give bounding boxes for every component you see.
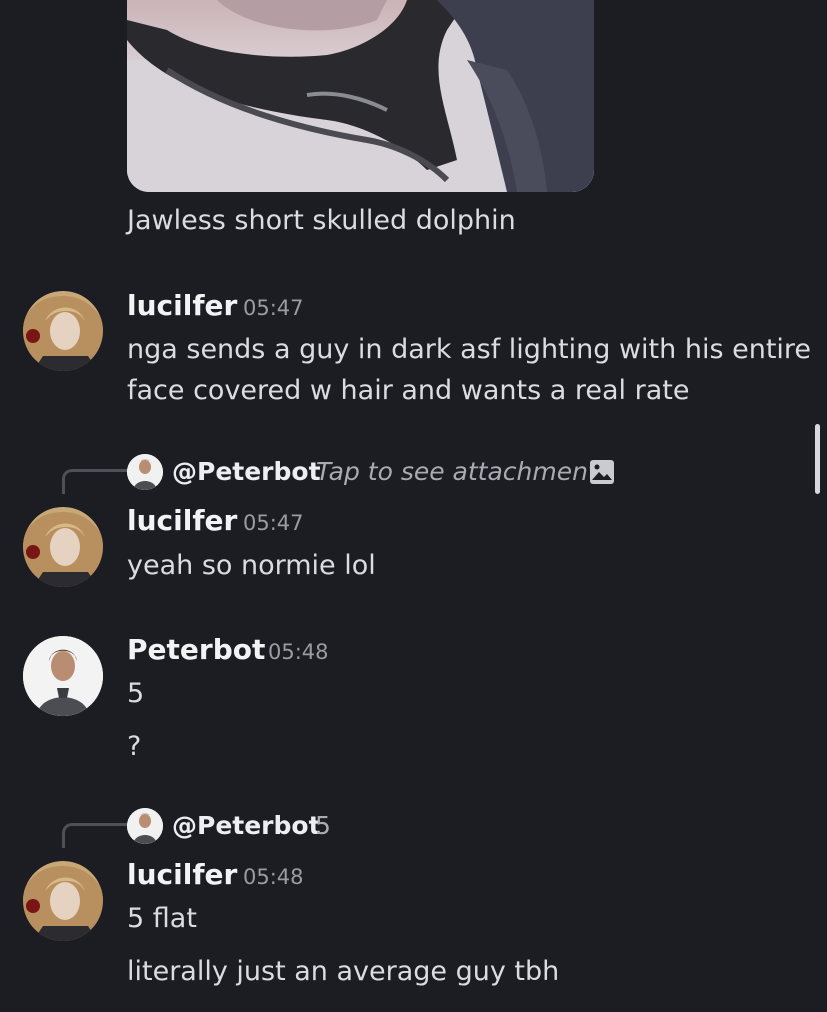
message-timestamp: 05:47 <box>243 511 304 535</box>
message-author[interactable]: Peterbot <box>127 633 265 667</box>
message-timestamp: 05:47 <box>243 296 304 320</box>
message-text: face covered w hair and wants a real rat… <box>127 375 690 406</box>
avatar[interactable] <box>23 291 103 371</box>
message-author[interactable]: lucilfer <box>127 504 237 538</box>
reply-preview-text[interactable]: 5 <box>315 810 331 842</box>
attachment-caption: Jawless short skulled dolphin <box>127 205 516 236</box>
message-text: literally just an average guy tbh <box>127 956 560 987</box>
reply-connector <box>62 823 129 848</box>
avatar[interactable] <box>23 861 103 941</box>
message-timestamp: 05:48 <box>268 640 329 664</box>
reply-connector <box>62 469 129 494</box>
scrollbar[interactable] <box>815 424 820 494</box>
avatar[interactable] <box>23 636 103 716</box>
lucilfer-avatar-image <box>23 507 103 587</box>
avatar[interactable] <box>23 507 103 587</box>
image-icon <box>589 459 615 485</box>
peterbot-avatar-image <box>23 636 103 716</box>
message-text: 5 <box>127 678 145 709</box>
message-text: 5 flat <box>127 903 197 934</box>
reply-preview-text[interactable]: Tap to see attachment <box>316 456 598 488</box>
reply-mention[interactable]: @Peterbot <box>172 810 321 842</box>
reply-avatar <box>127 454 163 490</box>
lucilfer-avatar-image <box>23 861 103 941</box>
message-text: nga sends a guy in dark asf lighting wit… <box>127 334 812 365</box>
message-text: yeah so normie lol <box>127 550 376 581</box>
message-author[interactable]: lucilfer <box>127 289 237 323</box>
message-author[interactable]: lucilfer <box>127 858 237 892</box>
message-timestamp: 05:48 <box>243 865 304 889</box>
lucilfer-avatar-image <box>23 291 103 371</box>
attachment-photo <box>127 0 594 192</box>
reply-avatar <box>127 808 163 844</box>
reply-mention[interactable]: @Peterbot <box>172 456 321 488</box>
image-attachment[interactable] <box>127 0 594 192</box>
message-text: ? <box>127 731 142 762</box>
